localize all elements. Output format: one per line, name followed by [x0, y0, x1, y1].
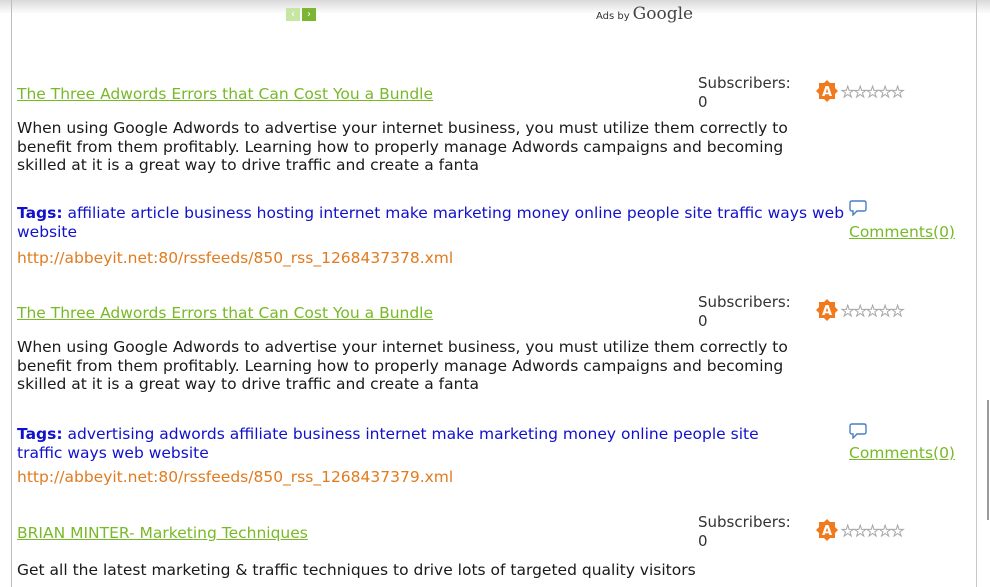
star-icon: ★ [865, 302, 880, 321]
feed-title-link[interactable]: BRIAN MINTER- Marketing Techniques [17, 524, 308, 542]
star-icon: ★ [865, 522, 880, 541]
tags-list[interactable]: affiliate article business hosting inter… [17, 204, 844, 241]
tags-list[interactable]: advertising adwords affiliate business i… [17, 425, 759, 462]
subscribers-count: 0 [698, 532, 708, 550]
chevron-right-icon: › [307, 8, 311, 20]
svg-text:A: A [822, 304, 832, 319]
top-shadow [0, 0, 990, 14]
tags-label: Tags: [17, 204, 63, 222]
feed-description: When using Google Adwords to advertise y… [17, 119, 788, 174]
panel-border-right [976, 0, 977, 587]
feed-description: When using Google Adwords to advertise y… [17, 338, 788, 393]
author-badge-icon: A [816, 299, 838, 321]
star-icon: ★ [853, 302, 868, 321]
ads-by-label: Ads by [596, 11, 630, 22]
star-icon: ★ [840, 522, 855, 541]
ad-next-button[interactable]: › [302, 8, 316, 21]
tags-label: Tags: [17, 425, 63, 443]
author-badge-icon: A [816, 80, 838, 102]
star-icon: ★ [865, 83, 880, 102]
svg-text:A: A [822, 85, 832, 100]
comments-link[interactable]: Comments(0) [849, 444, 955, 462]
comment-icon[interactable] [849, 200, 867, 216]
star-icon: ★ [890, 302, 905, 321]
svg-text:A: A [822, 524, 832, 539]
star-icon: ★ [853, 522, 868, 541]
panel-border-left [11, 0, 12, 587]
star-icon: ★ [878, 83, 893, 102]
star-icon: ★ [878, 302, 893, 321]
comment-icon[interactable] [849, 423, 867, 439]
chevron-left-icon: ‹ [291, 8, 295, 20]
subscribers-count: 0 [698, 93, 708, 111]
ad-prev-button[interactable]: ‹ [286, 8, 300, 21]
subscribers-label: Subscribers: [698, 293, 791, 311]
rating-stars[interactable]: ★★★★★ [840, 522, 905, 541]
subscribers-label: Subscribers: [698, 74, 791, 92]
ads-by-google-link[interactable]: Ads by Google [596, 4, 693, 24]
scrollbar[interactable] [987, 400, 989, 520]
google-brand: Google [632, 4, 694, 24]
subscribers-label: Subscribers: [698, 513, 791, 531]
feed-tags: Tags: advertising adwords affiliate busi… [17, 425, 807, 463]
author-badge-icon: A [816, 519, 838, 541]
feed-tags: Tags: affiliate article business hosting… [17, 204, 852, 242]
star-icon: ★ [878, 522, 893, 541]
star-icon: ★ [853, 83, 868, 102]
comments-link[interactable]: Comments(0) [849, 223, 955, 241]
subscribers-count: 0 [698, 312, 708, 330]
star-icon: ★ [840, 302, 855, 321]
rating-stars[interactable]: ★★★★★ [840, 302, 905, 321]
feed-title-link[interactable]: The Three Adwords Errors that Can Cost Y… [17, 85, 433, 103]
feed-description: Get all the latest marketing & traffic t… [17, 561, 696, 579]
star-icon: ★ [890, 522, 905, 541]
feed-title-link[interactable]: The Three Adwords Errors that Can Cost Y… [17, 304, 433, 322]
star-icon: ★ [890, 83, 905, 102]
feed-url[interactable]: http://abbeyit.net:80/rssfeeds/850_rss_1… [17, 249, 453, 267]
rating-stars[interactable]: ★★★★★ [840, 83, 905, 102]
feed-url[interactable]: http://abbeyit.net:80/rssfeeds/850_rss_1… [17, 468, 453, 486]
star-icon: ★ [840, 83, 855, 102]
ad-nav: ‹ › [286, 8, 316, 21]
